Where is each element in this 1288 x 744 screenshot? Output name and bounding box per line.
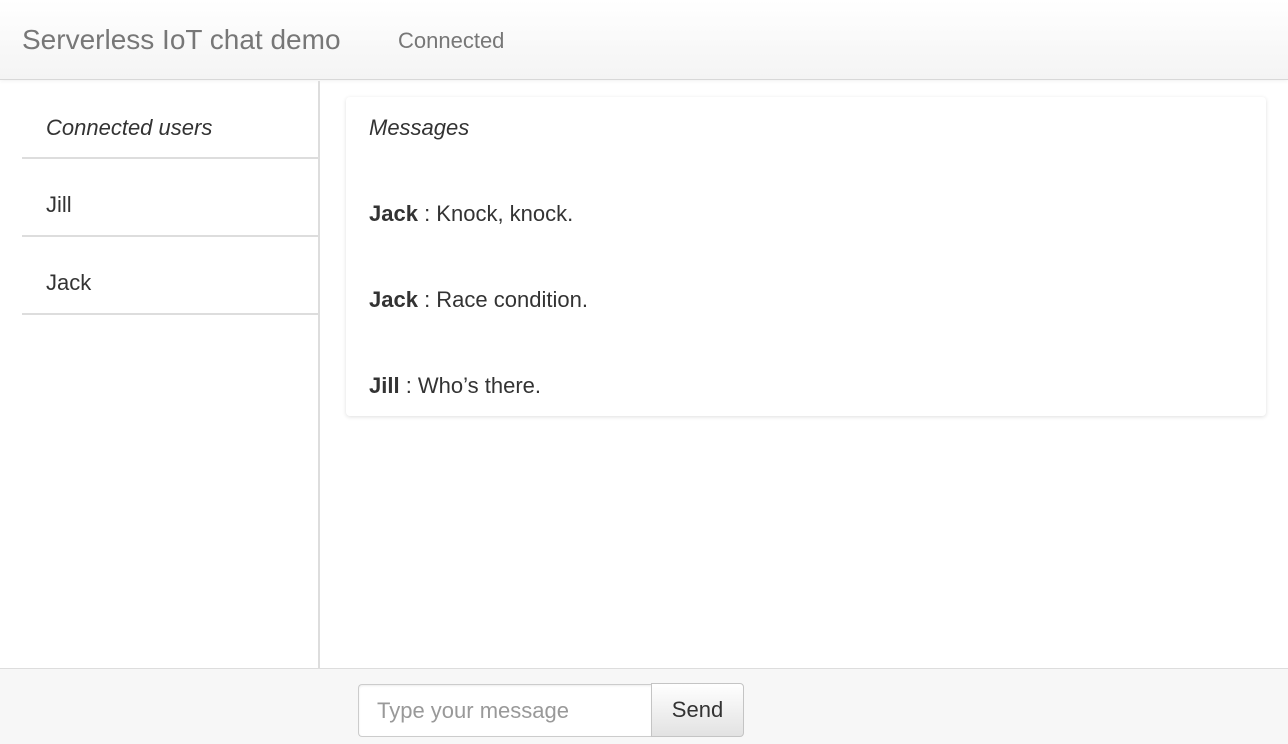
message-separator: :	[417, 287, 437, 312]
message-text: Who’s there.	[417, 373, 542, 398]
message-composer-bar: Send	[0, 668, 1288, 744]
message-item: Jack : Race condition.	[369, 286, 588, 314]
message-author: Jill	[369, 373, 400, 398]
message-separator: :	[417, 201, 437, 226]
user-item-jill: Jill	[22, 159, 318, 237]
message-separator: :	[399, 373, 418, 398]
message-item: Jack : Knock, knock.	[369, 200, 573, 228]
connected-users-list: Connected users Jill Jack	[22, 81, 318, 315]
message-input[interactable]	[358, 684, 652, 737]
message-item: Jill : Who’s there.	[369, 372, 541, 400]
sidebar: Connected users Jill Jack	[0, 81, 320, 668]
message-author: Jack	[369, 287, 418, 312]
app-brand-link[interactable]: Serverless IoT chat demo	[22, 22, 341, 58]
message-text: Knock, knock.	[436, 201, 574, 226]
top-navbar: Serverless IoT chat demo Connected	[0, 0, 1288, 80]
connected-users-heading: Connected users	[22, 81, 318, 159]
user-item-jack: Jack	[22, 237, 318, 315]
connection-status: Connected	[398, 28, 505, 53]
messages-heading: Messages	[369, 115, 470, 140]
send-button[interactable]: Send	[651, 683, 744, 737]
messages-panel: Messages Jack : Knock, knock. Jack : Rac…	[346, 97, 1266, 416]
message-author: Jack	[369, 201, 418, 226]
message-text: Race condition.	[436, 287, 588, 312]
